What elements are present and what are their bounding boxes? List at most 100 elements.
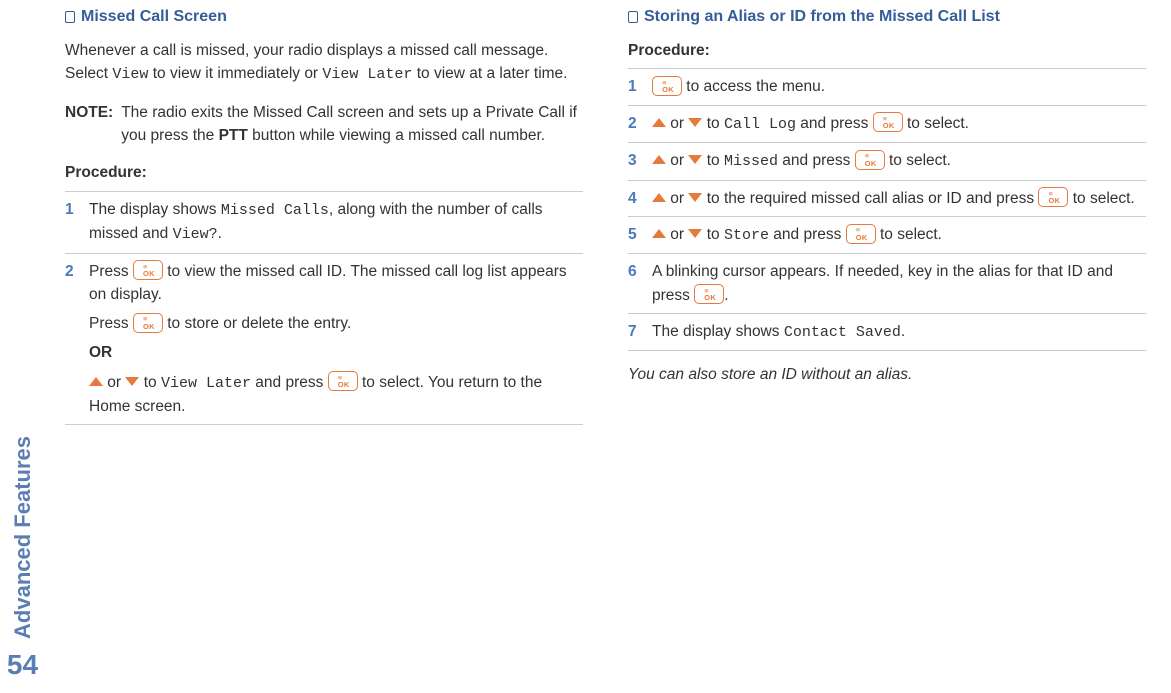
down-arrow-icon <box>688 193 702 202</box>
step-7: 7 The display shows Contact Saved. <box>628 313 1146 352</box>
step-sub: Press ≡OK to store or delete the entry. <box>89 312 583 335</box>
ok-button-icon: ≡OK <box>133 260 163 280</box>
down-arrow-icon <box>125 377 139 386</box>
doc-icon <box>628 11 638 23</box>
text: Press <box>89 263 133 280</box>
text: The display shows <box>89 201 221 218</box>
text: . <box>218 225 222 242</box>
mono-text: View Later <box>161 375 251 392</box>
text: to view at a later time. <box>412 65 567 82</box>
mono-text: Call Log <box>724 116 796 133</box>
up-arrow-icon <box>89 377 103 386</box>
step-body: or to Call Log and press ≡OK to select. <box>652 112 1146 137</box>
step-body: The display shows Contact Saved. <box>652 320 1146 345</box>
text: and press <box>778 152 855 169</box>
step-body: or to Missed and press ≡OK to select. <box>652 149 1146 174</box>
step-1: 1 The display shows Missed Calls, along … <box>65 191 583 253</box>
mono-text: Missed Calls <box>221 202 329 219</box>
text: and press <box>796 115 873 132</box>
step-body: The display shows Missed Calls, along wi… <box>89 198 583 247</box>
text: or <box>666 152 688 169</box>
text: to select. <box>876 226 942 243</box>
ok-button-icon: ≡OK <box>846 224 876 244</box>
ok-button-icon: ≡OK <box>133 313 163 333</box>
step-3: 3 or to Missed and press ≡OK to select. <box>628 142 1146 180</box>
section-label: Advanced Features <box>10 436 36 639</box>
text: to <box>702 115 724 132</box>
page: Advanced Features 54 Missed Call Screen … <box>0 0 1171 693</box>
note-block: NOTE: The radio exits the Missed Call sc… <box>65 101 583 148</box>
page-number: 54 <box>7 649 38 681</box>
up-arrow-icon <box>652 193 666 202</box>
step-body: ≡OK to access the menu. <box>652 75 1146 98</box>
step-body: Press ≡OK to view the missed call ID. Th… <box>89 260 583 419</box>
text: to view it immediately or <box>148 65 322 82</box>
intro-paragraph: Whenever a call is missed, your radio di… <box>65 39 583 87</box>
left-column: Missed Call Screen Whenever a call is mi… <box>65 5 583 673</box>
step-number: 1 <box>628 75 644 98</box>
step-number: 3 <box>628 149 644 174</box>
note-label: NOTE: <box>65 101 113 148</box>
up-arrow-icon <box>652 229 666 238</box>
or-label: OR <box>89 341 583 364</box>
text: or <box>666 190 688 207</box>
heading-text: Missed Call Screen <box>81 5 227 29</box>
mono-text: Store <box>724 227 769 244</box>
note-text: The radio exits the Missed Call screen a… <box>121 101 583 148</box>
down-arrow-icon <box>688 118 702 127</box>
step-number: 1 <box>65 198 81 247</box>
text: . <box>724 287 728 304</box>
text: The display shows <box>652 323 784 340</box>
side-panel: Advanced Features 54 <box>0 0 45 693</box>
content-area: Missed Call Screen Whenever a call is mi… <box>45 0 1171 693</box>
section-heading-missed-call: Missed Call Screen <box>65 5 583 29</box>
ok-button-icon: ≡OK <box>873 112 903 132</box>
text: or <box>103 374 125 391</box>
mono-text: View? <box>173 226 218 243</box>
text: to select. <box>885 152 951 169</box>
right-column: Storing an Alias or ID from the Missed C… <box>628 5 1146 673</box>
step-2: 2 or to Call Log and press ≡OK to select… <box>628 105 1146 143</box>
up-arrow-icon <box>652 118 666 127</box>
mono-text: View Later <box>322 66 412 83</box>
up-arrow-icon <box>652 155 666 164</box>
text: or <box>666 226 688 243</box>
text: to store or delete the entry. <box>163 315 351 332</box>
step-body: A blinking cursor appears. If needed, ke… <box>652 260 1146 307</box>
mono-text: Contact Saved <box>784 324 901 341</box>
footnote: You can also store an ID without an alia… <box>628 363 1146 386</box>
text: to select. <box>903 115 969 132</box>
ok-button-icon: ≡OK <box>694 284 724 304</box>
down-arrow-icon <box>688 155 702 164</box>
ok-button-icon: ≡OK <box>652 76 682 96</box>
step-alt: or to View Later and press ≡OK to select… <box>89 371 583 419</box>
text: and press <box>251 374 328 391</box>
text: or <box>666 115 688 132</box>
text: and press <box>769 226 846 243</box>
procedure-steps-right: 1 ≡OK to access the menu. 2 or to Call L… <box>628 68 1146 351</box>
mono-text: View <box>112 66 148 83</box>
text: to <box>139 374 161 391</box>
heading-text: Storing an Alias or ID from the Missed C… <box>644 5 1000 29</box>
step-2: 2 Press ≡OK to view the missed call ID. … <box>65 253 583 426</box>
text: to access the menu. <box>682 78 825 95</box>
step-number: 5 <box>628 223 644 248</box>
text: to <box>702 226 724 243</box>
step-body: or to Store and press ≡OK to select. <box>652 223 1146 248</box>
procedure-steps-left: 1 The display shows Missed Calls, along … <box>65 191 583 426</box>
step-number: 2 <box>628 112 644 137</box>
procedure-label: Procedure: <box>628 39 1146 62</box>
ok-button-icon: ≡OK <box>855 150 885 170</box>
step-number: 7 <box>628 320 644 345</box>
procedure-label: Procedure: <box>65 161 583 184</box>
doc-icon <box>65 11 75 23</box>
text: Press <box>89 315 133 332</box>
text: button while viewing a missed call numbe… <box>248 127 545 144</box>
step-number: 6 <box>628 260 644 307</box>
step-number: 2 <box>65 260 81 419</box>
step-1: 1 ≡OK to access the menu. <box>628 68 1146 104</box>
text: to <box>702 152 724 169</box>
text: . <box>901 323 905 340</box>
section-heading-storing-alias: Storing an Alias or ID from the Missed C… <box>628 5 1146 29</box>
mono-text: Missed <box>724 153 778 170</box>
